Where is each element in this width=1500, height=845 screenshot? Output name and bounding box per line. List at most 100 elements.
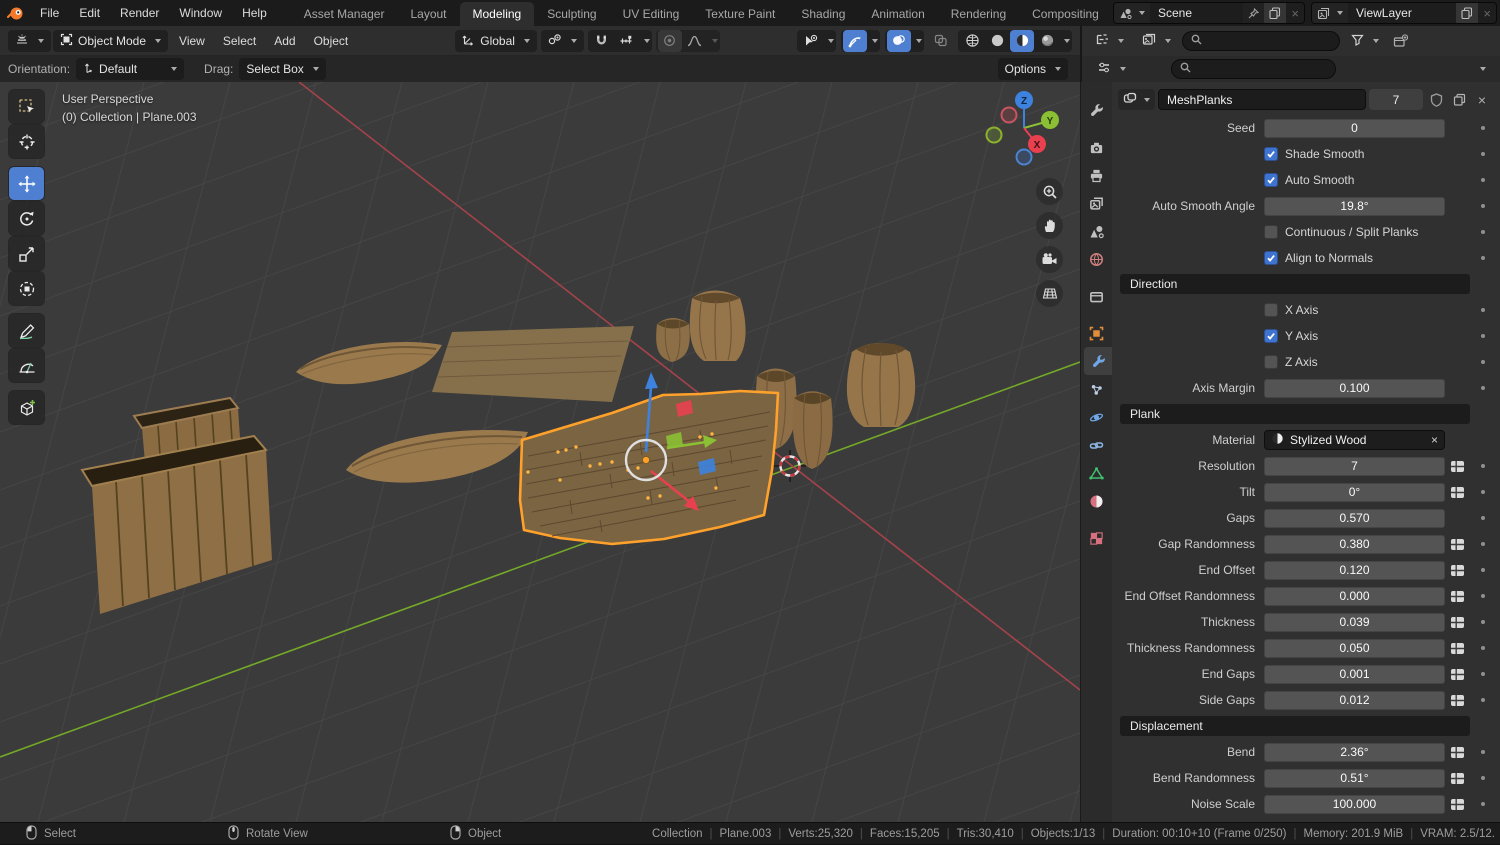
wood-stump[interactable] [846,343,916,427]
viewport-menu-add[interactable]: Add [265,34,304,48]
tab-uv-editing[interactable]: UV Editing [610,2,693,26]
shading-material-icon[interactable] [1010,29,1034,52]
orientation-dropdown[interactable]: Default [76,58,185,80]
tool-select-box[interactable] [9,90,44,123]
attr-slot[interactable] [1445,483,1469,502]
duplicate-icon[interactable] [1456,3,1479,23]
animate-decorator-dot[interactable] [1469,698,1496,702]
checkbox-y-axis[interactable]: Y Axis [1264,329,1469,343]
falloff-curve-icon[interactable] [683,30,707,52]
section-header-plank[interactable]: Plank [1120,404,1470,424]
animate-decorator-dot[interactable] [1469,802,1496,806]
viewport-menu-view[interactable]: View [170,34,214,48]
value-field-bend[interactable]: 2.36° [1264,742,1445,762]
value-field-end-offset[interactable]: 0.120 [1264,560,1445,580]
attr-slot[interactable] [1445,691,1469,710]
menu-window[interactable]: Window [169,6,232,20]
value-field-side-gaps[interactable]: 0.012 [1264,690,1445,710]
animate-decorator-dot[interactable] [1469,386,1496,390]
blender-logo-icon[interactable] [0,0,30,26]
properties-tab-object[interactable] [1081,319,1112,347]
animate-decorator-dot[interactable] [1469,152,1496,156]
properties-search-input[interactable] [1196,61,1327,77]
ortho-toggle-icon[interactable] [1036,280,1063,307]
pan-hand-icon[interactable] [1036,212,1063,239]
display-mode-button[interactable] [1135,30,1178,52]
pivot-point-selector[interactable] [540,29,584,52]
tool-scale[interactable] [9,237,44,270]
menu-edit[interactable]: Edit [69,6,110,20]
value-field-thickness-randomness[interactable]: 0.050 [1264,638,1445,658]
value-field-resolution[interactable]: 7 [1264,456,1445,476]
properties-search[interactable] [1171,59,1336,79]
properties-tab-data[interactable] [1081,459,1112,487]
checkbox-z-axis[interactable]: Z Axis [1264,355,1469,369]
properties-tab-collection[interactable] [1081,282,1112,310]
menu-render[interactable]: Render [110,6,169,20]
animate-decorator-dot[interactable] [1469,204,1496,208]
canoe[interactable] [346,429,528,483]
drag-dropdown[interactable]: Select Box [239,58,326,80]
properties-tab-scene[interactable] [1081,217,1112,245]
axis-z-ball[interactable]: Z [1015,91,1033,109]
show-overlays-icon[interactable] [887,29,911,52]
tool-cursor[interactable] [9,125,44,158]
value-field-bend-randomness[interactable]: 0.51° [1264,768,1445,788]
value-field-end-offset-randomness[interactable]: 0.000 [1264,586,1445,606]
attr-slot[interactable] [1445,639,1469,658]
value-field-auto-smooth-angle[interactable]: 19.8° [1264,196,1445,216]
tool-add-cube[interactable] [9,391,44,424]
section-header-displacement[interactable]: Displacement [1120,716,1470,736]
animate-decorator-dot[interactable] [1469,230,1496,234]
attr-slot[interactable] [1445,769,1469,788]
animate-decorator-dot[interactable] [1469,464,1496,468]
attr-slot[interactable] [1445,457,1469,476]
attr-slot[interactable] [1445,743,1469,762]
axis-y-ball[interactable]: Y [1041,111,1059,129]
animate-decorator-dot[interactable] [1469,750,1496,754]
editor-outliner-button[interactable] [1088,30,1131,52]
properties-tab-view-layer[interactable] [1081,189,1112,217]
menu-file[interactable]: File [30,6,69,20]
properties-tab-output[interactable] [1081,161,1112,189]
animate-decorator-dot[interactable] [1469,178,1496,182]
barrel[interactable] [656,318,690,362]
animate-decorator-dot[interactable] [1469,334,1496,338]
animate-decorator-dot[interactable] [1469,360,1496,364]
tab-animation[interactable]: Animation [858,2,937,26]
value-field-axis-margin[interactable]: 0.100 [1264,378,1445,398]
animate-decorator-dot[interactable] [1469,256,1496,260]
attr-slot[interactable] [1445,613,1469,632]
shading-rendered-icon[interactable] [1035,30,1059,52]
gizmo-visibility-icon[interactable] [799,30,823,52]
viewport-menu-object[interactable]: Object [305,34,358,48]
duplicate-icon[interactable] [1264,3,1287,23]
properties-tab-render[interactable] [1081,133,1112,161]
close-icon[interactable]: × [1431,433,1438,447]
tab-compositing[interactable]: Compositing [1019,2,1110,26]
filter-button[interactable] [1344,30,1386,52]
axis-neg-y-ball[interactable] [985,126,1003,144]
proportional-editing-icon[interactable] [657,29,682,52]
attr-slot[interactable] [1445,561,1469,580]
modifier-name-field[interactable]: MeshPlanks [1158,89,1366,110]
viewlayer-name[interactable]: ViewLayer [1348,3,1457,23]
navigation-gizmo[interactable]: Z Y X [984,88,1064,168]
tool-annotate[interactable] [9,314,44,347]
tab-modeling[interactable]: Modeling [459,2,535,26]
tab-asset-manager[interactable]: Asset Manager [291,2,398,26]
tab-sculpting[interactable]: Sculpting [534,2,609,26]
animate-decorator-dot[interactable] [1469,516,1496,520]
tab-layout[interactable]: Layout [397,2,459,26]
show-gizmo-icon[interactable] [843,29,867,52]
attr-slot[interactable] [1445,535,1469,554]
editor-type-button[interactable] [8,29,51,52]
scene-selector[interactable]: Scene × [1113,2,1305,24]
properties-tab-tool[interactable] [1081,96,1112,124]
xray-icon[interactable] [929,30,953,52]
transform-orientation-selector[interactable]: Global [455,29,537,52]
outliner-search-input[interactable] [1207,33,1331,49]
new-collection-icon[interactable] [1390,31,1410,52]
properties-tab-constraints[interactable] [1081,431,1112,459]
animate-decorator-dot[interactable] [1469,776,1496,780]
